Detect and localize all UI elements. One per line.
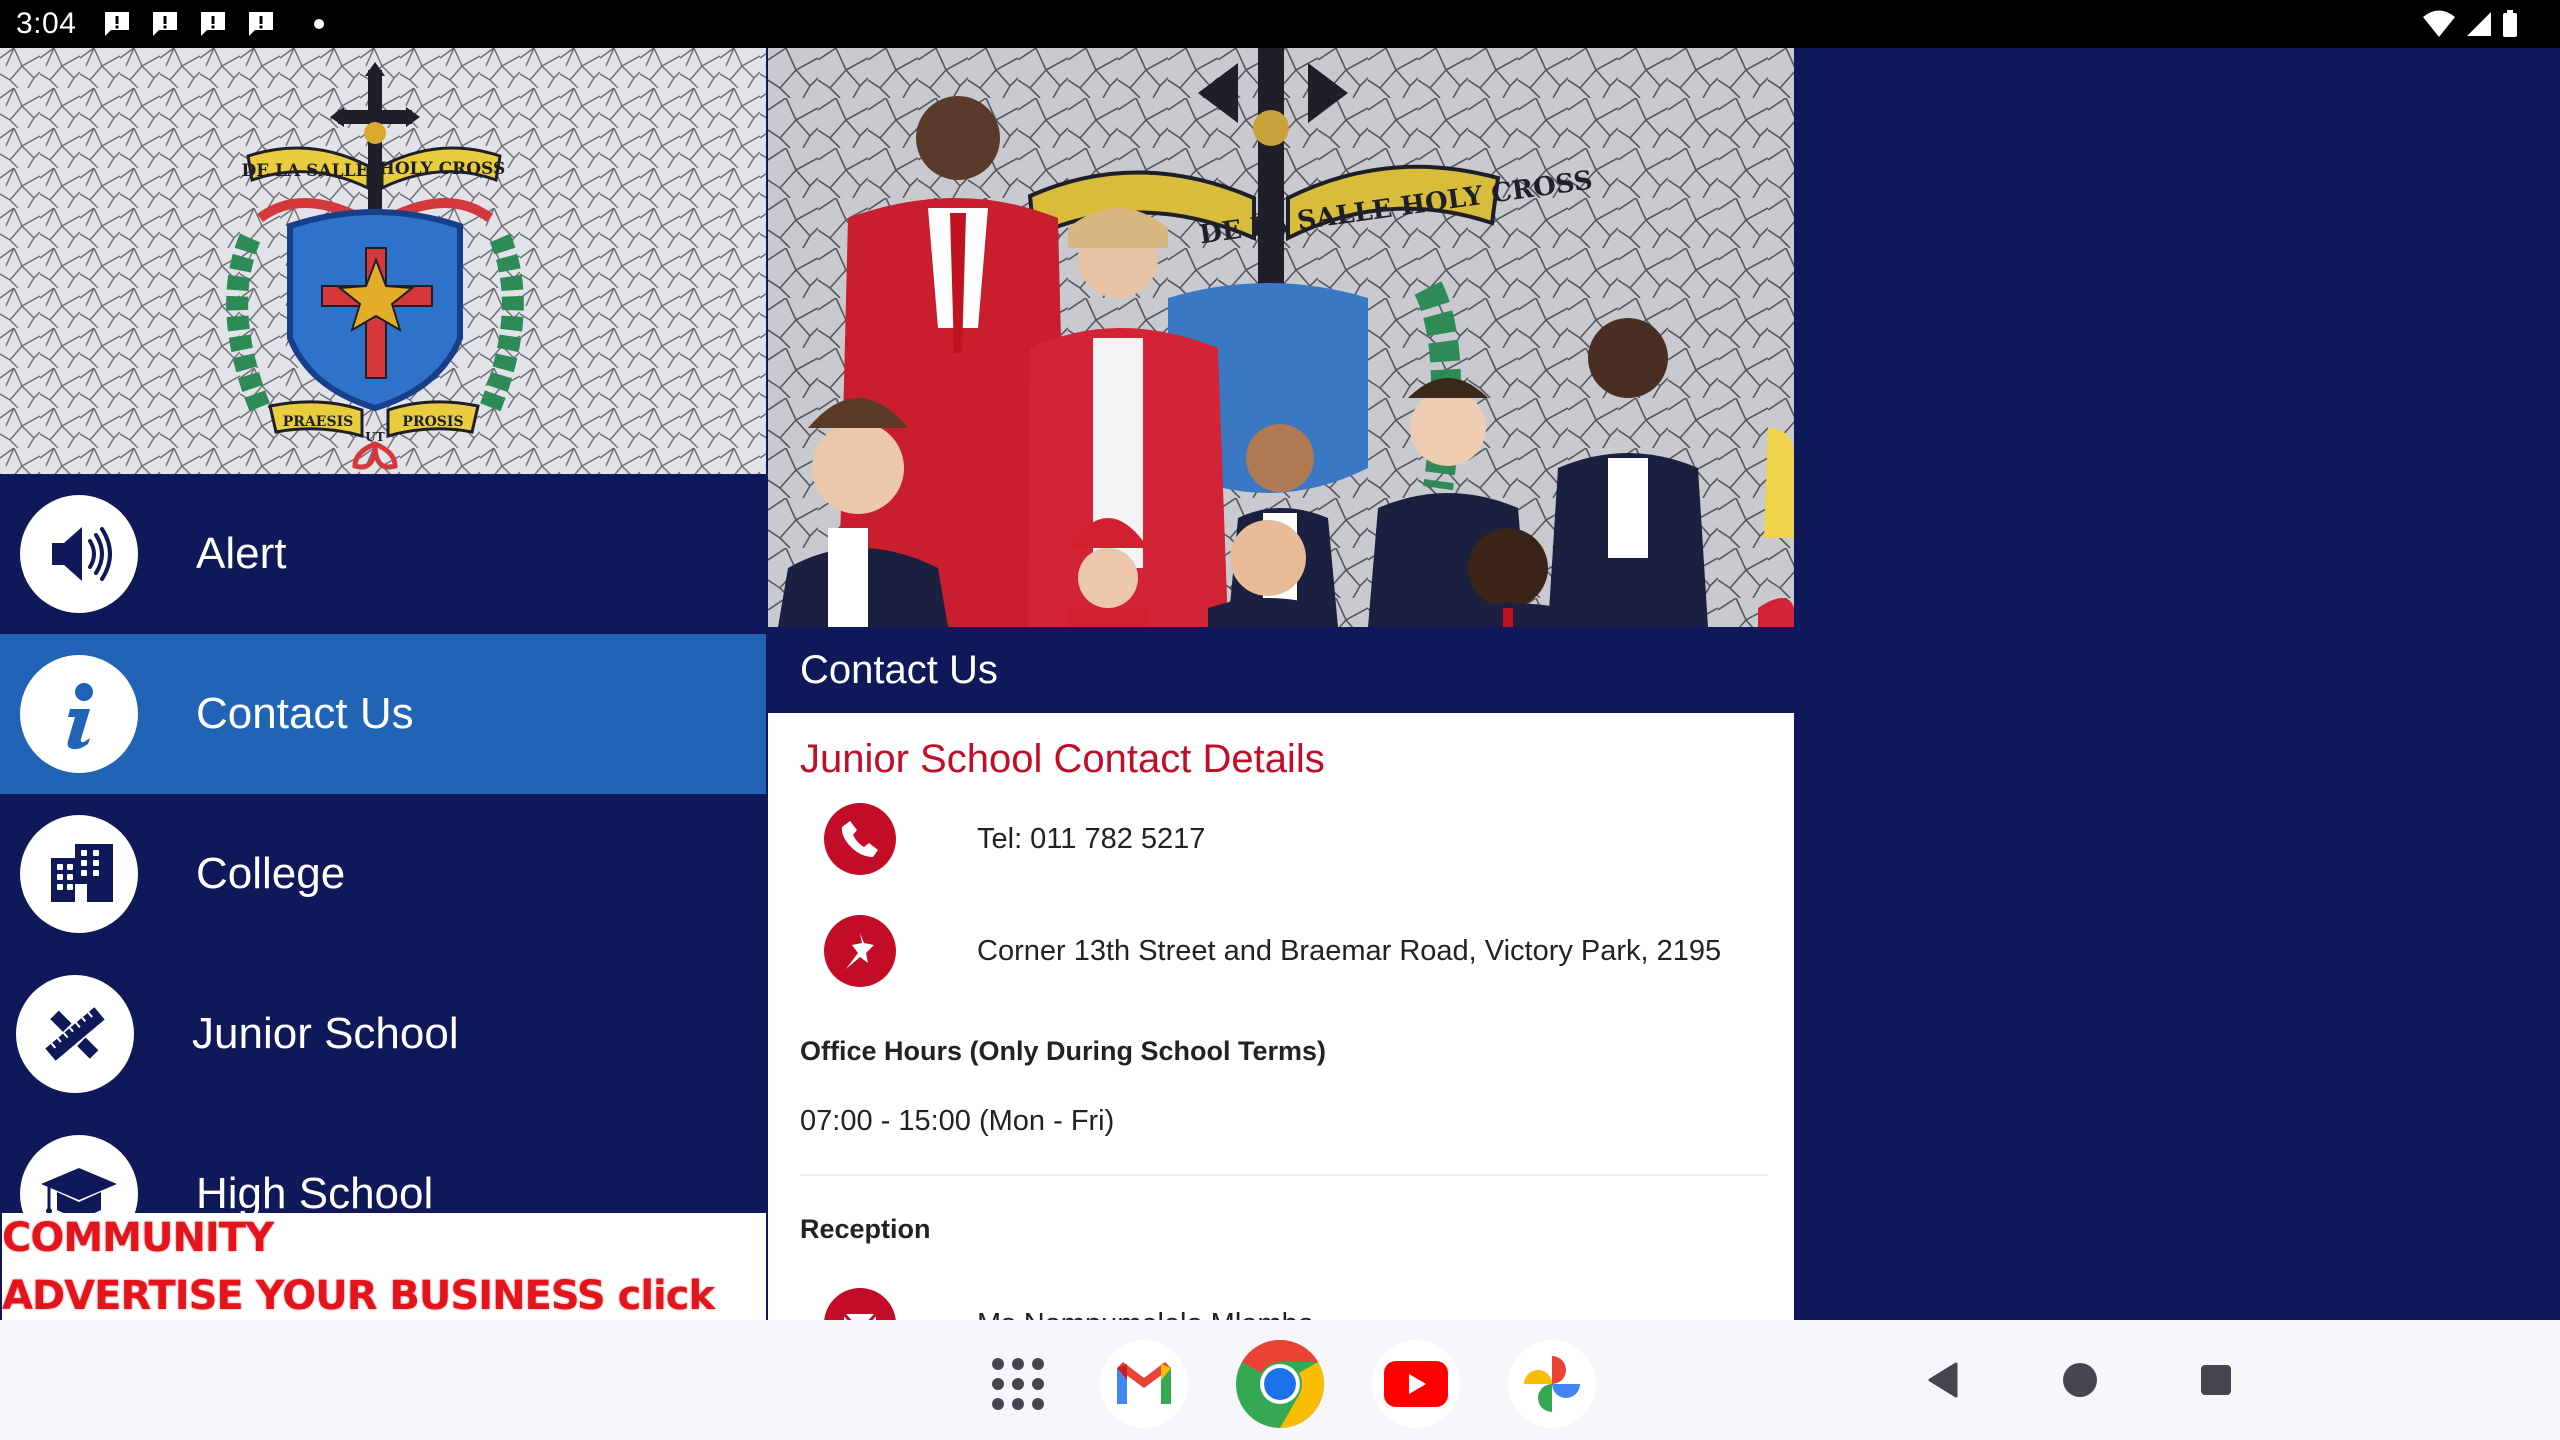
notification-alert-icon xyxy=(105,12,130,36)
content-header: Contact Us xyxy=(768,627,1794,713)
pushpin-icon xyxy=(824,915,896,987)
notification-alert-icon xyxy=(201,12,226,36)
phone-icon xyxy=(824,803,896,875)
cell-signal-icon xyxy=(2467,12,2491,36)
recents-button[interactable] xyxy=(2186,1350,2246,1410)
home-button[interactable] xyxy=(2050,1350,2110,1410)
contact-row-address[interactable]: Corner 13th Street and Braemar Road, Vic… xyxy=(800,896,1768,1006)
contact-details: Junior School Contact Details Tel: 011 7… xyxy=(768,713,1794,1320)
back-button[interactable] xyxy=(1914,1350,1974,1410)
nav-item-contact-us[interactable]: Contact Us xyxy=(0,634,766,794)
wifi-icon xyxy=(2423,10,2455,37)
students-group-photo: DE LA SALLE HOLY CROSS xyxy=(768,48,1794,627)
content-panel: DE LA SALLE HOLY CROSS Contact Us Junior… xyxy=(768,48,1794,1320)
notification-alert-icon xyxy=(249,12,274,36)
building-icon xyxy=(20,815,138,933)
ruler-pencil-icon xyxy=(16,975,134,1093)
advertise-banner[interactable]: SUPPORT OUR DLSHCC COMMUNITY ADVERTISE Y… xyxy=(0,1213,766,1320)
section-divider xyxy=(800,1174,1768,1176)
nav-item-college[interactable]: College xyxy=(0,794,766,954)
contact-row-reception[interactable]: Ms Nompumelelo Mlambo xyxy=(800,1269,1768,1320)
status-icons xyxy=(2422,10,2518,38)
ad-banner-line2: ADVERTISE YOUR BUSINESS click here xyxy=(2,1272,715,1319)
app-grid-icon xyxy=(992,1358,1044,1410)
crest-banner-text: DE LA SALLE xyxy=(241,161,368,181)
navigation-drawer: DE LA SALLE HOLY CROSS PRAESIS UT PROSIS xyxy=(0,48,766,1320)
nav-item-label: College xyxy=(196,849,346,898)
crest-banner-text: HOLY CROSS xyxy=(379,159,505,179)
android-nav-bar xyxy=(0,1320,2560,1440)
notification-alert-icon xyxy=(153,12,178,36)
nav-item-label: Alert xyxy=(196,529,287,578)
more-dot-icon xyxy=(314,19,325,29)
mail-icon xyxy=(824,1288,896,1320)
chrome-icon xyxy=(1236,1340,1324,1428)
status-bar: 3:04 xyxy=(0,0,2560,48)
school-crest-image: DE LA SALLE HOLY CROSS PRAESIS UT PROSIS xyxy=(0,48,766,474)
nav-item-alert[interactable]: Alert xyxy=(0,474,766,634)
nav-item-label: Contact Us xyxy=(196,689,414,738)
dock-gmail[interactable] xyxy=(1100,1340,1188,1428)
dock-photos[interactable] xyxy=(1508,1340,1596,1428)
office-hours-heading: Office Hours (Only During School Terms) xyxy=(800,1036,1327,1066)
crest-motto-text: PROSIS xyxy=(402,414,463,430)
battery-icon xyxy=(2503,10,2517,37)
nav-item-label: Junior School xyxy=(192,1009,459,1058)
speaker-icon xyxy=(20,495,138,613)
info-icon xyxy=(20,655,138,773)
office-hours: 07:00 - 15:00 (Mon - Fri) xyxy=(800,1105,1115,1137)
ad-banner-line1: SUPPORT OUR DLSHCC COMMUNITY xyxy=(2,1214,274,1261)
contact-row-phone[interactable]: Tel: 011 782 5217 xyxy=(800,784,1768,894)
dock-app-drawer[interactable] xyxy=(974,1340,1062,1428)
back-icon xyxy=(1928,1362,1958,1398)
crest-motto-text: PRAESIS xyxy=(283,414,353,430)
nav-item-junior-school[interactable]: Junior School xyxy=(0,954,766,1114)
content-title: Contact Us xyxy=(800,647,998,692)
gmail-icon xyxy=(1117,1362,1171,1404)
recents-icon xyxy=(2201,1365,2231,1395)
youtube-icon xyxy=(1384,1361,1448,1407)
address: Corner 13th Street and Braemar Road, Vic… xyxy=(977,934,1722,967)
clock: 3:04 xyxy=(16,7,77,40)
reception-heading: Reception xyxy=(800,1214,931,1244)
dock-chrome[interactable] xyxy=(1236,1340,1324,1428)
nav-item-label: High School xyxy=(196,1169,434,1218)
section-title: Junior School Contact Details xyxy=(800,737,1325,781)
photos-icon xyxy=(1524,1356,1580,1412)
nav-list: Alert Contact Us College Junior School H… xyxy=(0,474,766,1274)
reception-contact-name: Ms Nompumelelo Mlambo xyxy=(977,1308,1314,1321)
phone-number: Tel: 011 782 5217 xyxy=(977,822,1206,855)
home-icon xyxy=(2063,1363,2097,1397)
dock-youtube[interactable] xyxy=(1372,1340,1460,1428)
